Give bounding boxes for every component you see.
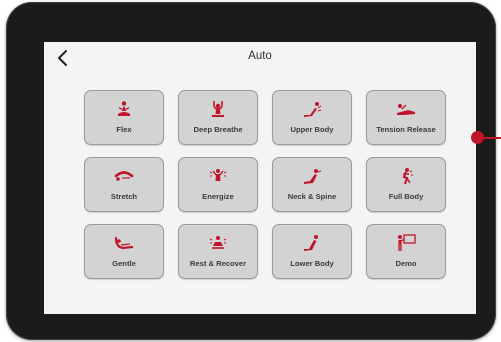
program-label: Stretch <box>110 192 138 201</box>
tension-release-icon <box>397 104 415 115</box>
program-tile-rest-recover[interactable]: Rest & Recover <box>178 224 258 279</box>
tablet-device: Auto Flex Deep Breathe Upper Body Tensio… <box>6 2 496 340</box>
program-tile-lower-body[interactable]: Lower Body <box>272 224 352 279</box>
lower-body-recline-icon <box>304 235 318 251</box>
program-tile-gentle[interactable]: Gentle <box>84 224 164 279</box>
program-label: Gentle <box>112 259 136 268</box>
program-tile-tension-release[interactable]: Tension Release <box>366 90 446 145</box>
program-label: Full Body <box>388 192 424 201</box>
program-label: Lower Body <box>290 259 334 268</box>
program-label: Energize <box>202 192 234 201</box>
program-tile-full-body[interactable]: Full Body <box>366 157 446 212</box>
meditation-pose-icon <box>118 101 130 116</box>
page-title: Auto <box>248 50 272 62</box>
program-label: Demo <box>395 259 417 268</box>
program-label: Upper Body <box>290 125 334 134</box>
gentle-recline-icon <box>114 236 134 250</box>
program-label: Deep Breathe <box>193 125 243 134</box>
full-body-icon <box>402 168 413 185</box>
app-screen: Auto Flex Deep Breathe Upper Body Tensio… <box>44 42 476 314</box>
program-label: Flex <box>116 125 132 134</box>
program-label: Tension Release <box>376 125 436 134</box>
top-bar: Auto <box>44 42 476 74</box>
program-grid: Flex Deep Breathe Upper Body Tension Rel… <box>84 90 446 279</box>
upper-body-recline-icon <box>304 102 322 117</box>
stretch-icon <box>114 171 134 181</box>
program-label: Neck & Spine <box>287 192 337 201</box>
energize-icon <box>209 169 227 181</box>
neck-spine-icon <box>304 169 322 184</box>
program-tile-upper-body[interactable]: Upper Body <box>272 90 352 145</box>
arms-raised-icon <box>212 101 224 117</box>
program-label: Rest & Recover <box>189 259 247 268</box>
program-tile-neck-spine[interactable]: Neck & Spine <box>272 157 352 212</box>
program-tile-flex[interactable]: Flex <box>84 90 164 145</box>
program-tile-demo[interactable]: Demo <box>366 224 446 279</box>
program-tile-deep-breathe[interactable]: Deep Breathe <box>178 90 258 145</box>
presentation-board-icon <box>398 234 416 251</box>
program-tile-stretch[interactable]: Stretch <box>84 157 164 212</box>
program-tile-energize[interactable]: Energize <box>178 157 258 212</box>
rest-recover-icon <box>209 236 227 249</box>
callout-dot <box>471 131 484 144</box>
